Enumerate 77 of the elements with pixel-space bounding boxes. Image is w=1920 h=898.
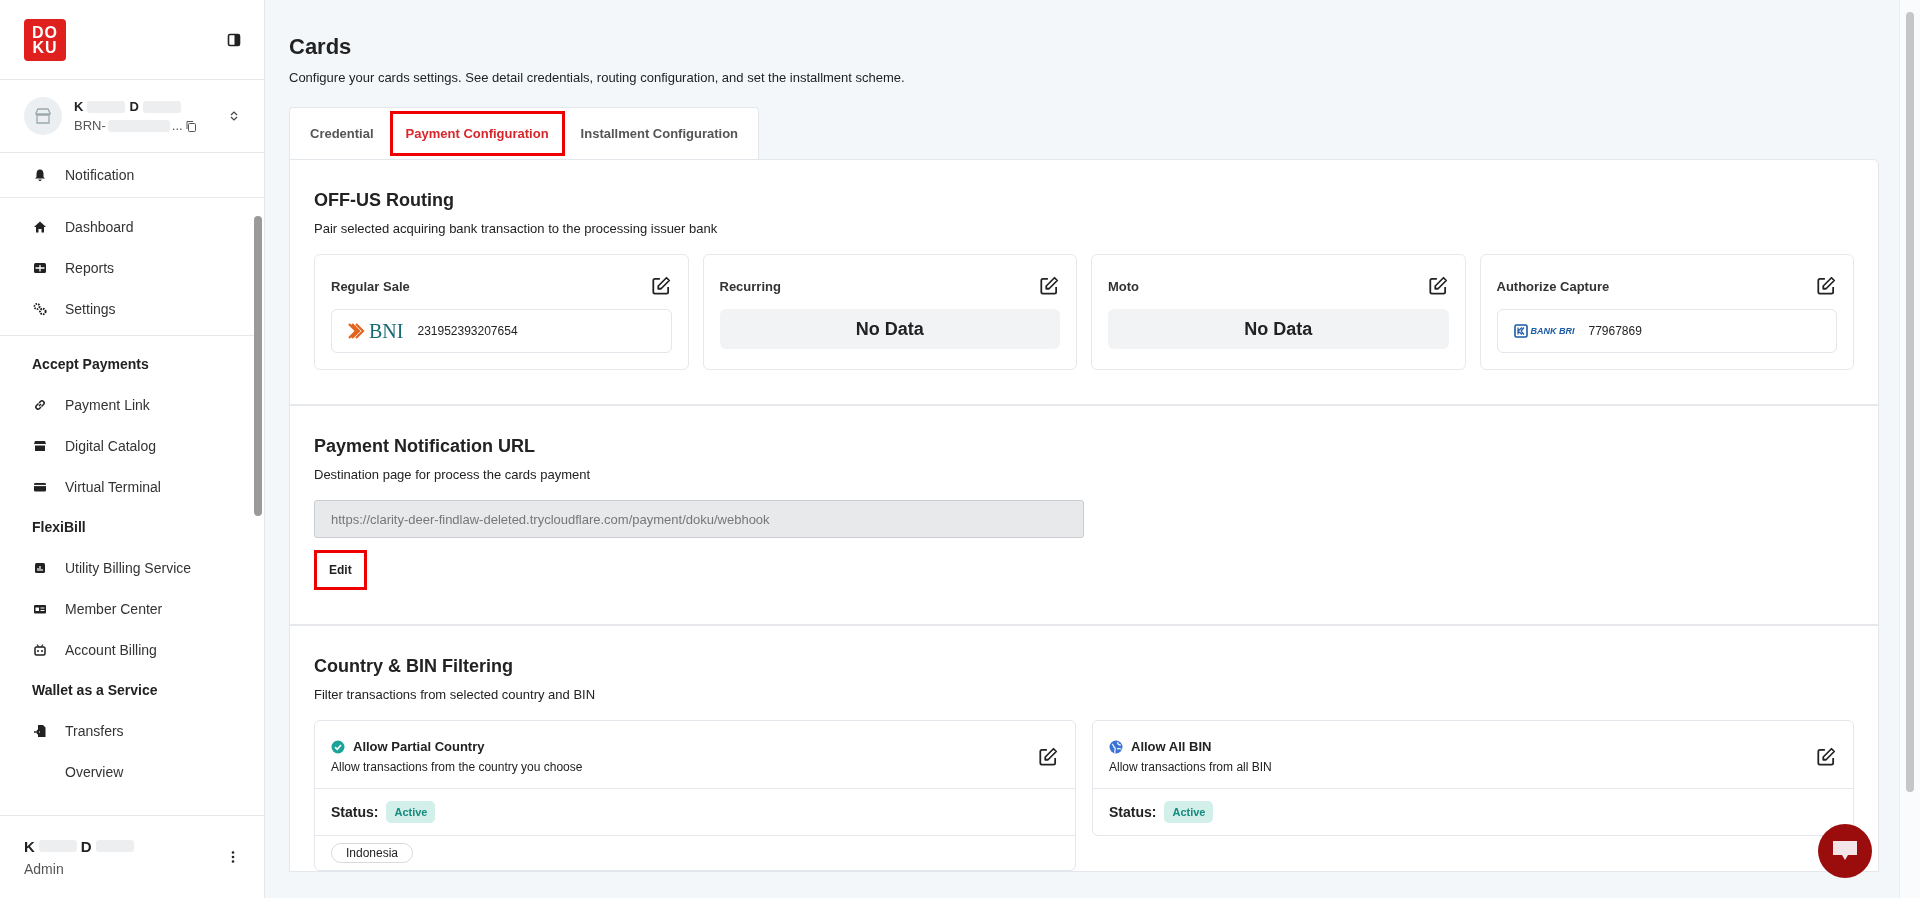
store-icon — [33, 438, 47, 453]
link-icon — [33, 397, 47, 412]
table-icon — [33, 260, 47, 275]
edit-icon[interactable] — [1037, 745, 1059, 768]
robot-icon — [33, 642, 47, 657]
logo: DO KU — [24, 18, 66, 61]
user-name: K — [24, 837, 35, 855]
status-label: Status: — [1109, 804, 1157, 820]
empty-state: No Data — [719, 309, 1060, 349]
sidebar-item[interactable]: Virtual Terminal — [0, 466, 264, 507]
account-id-ellipsis: ... — [171, 118, 183, 133]
sidebar-item[interactable]: Account Billing — [0, 629, 264, 670]
sidebar-section-heading: FlexiBill — [31, 518, 87, 537]
tab[interactable]: Installment Configuration — [564, 108, 755, 159]
filter-description: Allow transactions from the country you choose — [331, 760, 583, 774]
edit-icon[interactable] — [1815, 275, 1837, 297]
sidebar-item[interactable]: Overview — [0, 751, 264, 792]
account-name: K — [74, 99, 84, 114]
sidebar-item[interactable]: Settings — [0, 288, 264, 329]
account-name: D — [129, 99, 139, 114]
section-subtitle: Destination page for process the cards payment — [314, 467, 592, 482]
bank-name: BNI — [369, 319, 404, 343]
routing-card-title: Recurring — [719, 278, 781, 294]
edit-icon[interactable] — [1426, 275, 1449, 297]
home-icon — [33, 219, 47, 234]
user-name: D — [80, 837, 92, 855]
sidebar-toggle-icon[interactable] — [226, 31, 242, 48]
edit-icon[interactable] — [649, 275, 672, 297]
section-subtitle: Pair selected acquiring bank transaction to the processing issuer bank — [314, 221, 719, 236]
status-badge: Active — [1164, 801, 1214, 823]
section-title: Payment Notification URL — [314, 436, 537, 457]
section-title: Country & BIN Filtering — [314, 656, 514, 677]
edit-icon[interactable] — [1038, 275, 1060, 297]
account-number: 77967869 — [1588, 324, 1642, 338]
filter-title: Allow All BIN — [1131, 739, 1212, 754]
sidebar-item[interactable]: Reports — [0, 247, 264, 288]
notification-link[interactable]: Notification — [0, 153, 264, 198]
sidebar-item[interactable]: Member Center — [0, 588, 264, 629]
edit-button[interactable]: Edit — [314, 550, 367, 590]
sidebar-item[interactable]: Utility Billing Service — [0, 547, 264, 588]
routing-card-title: Moto — [1108, 278, 1140, 294]
account-id: BRN- — [74, 118, 106, 133]
page-subtitle: Configure your cards settings. See detail credentials, routing configuration, and set the installment scheme. — [289, 70, 906, 85]
user-role: Admin — [24, 860, 65, 877]
sidebar-item[interactable]: Payment Link — [0, 384, 264, 425]
globe-icon — [1109, 739, 1123, 754]
sidebar-section-heading: Accept Payments — [31, 355, 150, 374]
sidebar-item[interactable]: Digital Catalog — [0, 425, 264, 466]
filter-description: Allow transactions from all BIN — [1109, 760, 1272, 774]
chevron-up-down-icon[interactable] — [228, 110, 240, 122]
edit-icon[interactable] — [1815, 745, 1837, 768]
transfer-icon — [33, 723, 47, 738]
sidebar-item[interactable]: Transfers — [0, 710, 264, 751]
sidebar-item[interactable]: Dashboard — [0, 206, 264, 247]
bell-icon — [33, 168, 47, 182]
check-circle-icon — [331, 739, 345, 754]
section-subtitle: Filter transactions from selected country and BIN — [314, 687, 597, 702]
store-avatar — [24, 97, 62, 135]
section-title: OFF-US Routing — [314, 190, 455, 211]
status-badge: Active — [386, 801, 436, 823]
tab[interactable]: Payment Configuration — [389, 111, 565, 156]
copy-icon[interactable] — [184, 119, 197, 132]
account-number: 231952393207654 — [417, 324, 518, 338]
empty-state: No Data — [1108, 309, 1449, 349]
bar-chart-icon — [33, 560, 47, 575]
page-title: Cards — [289, 34, 353, 60]
sidebar-section-heading: Wallet as a Service — [31, 681, 159, 700]
routing-card-title: Authorize Capture — [1496, 278, 1610, 294]
bank-logo-icon — [1513, 324, 1528, 338]
filter-title: Allow Partial Country — [353, 739, 485, 754]
bank-name: BANK BRI — [1530, 326, 1575, 336]
bank-logo-icon — [348, 323, 366, 339]
chat-bubble-icon — [1832, 840, 1858, 862]
scrollbar[interactable] — [1899, 0, 1920, 898]
status-label: Status: — [331, 804, 379, 820]
tab[interactable]: Credential — [294, 108, 390, 159]
routing-card-title: Regular Sale — [331, 278, 410, 294]
